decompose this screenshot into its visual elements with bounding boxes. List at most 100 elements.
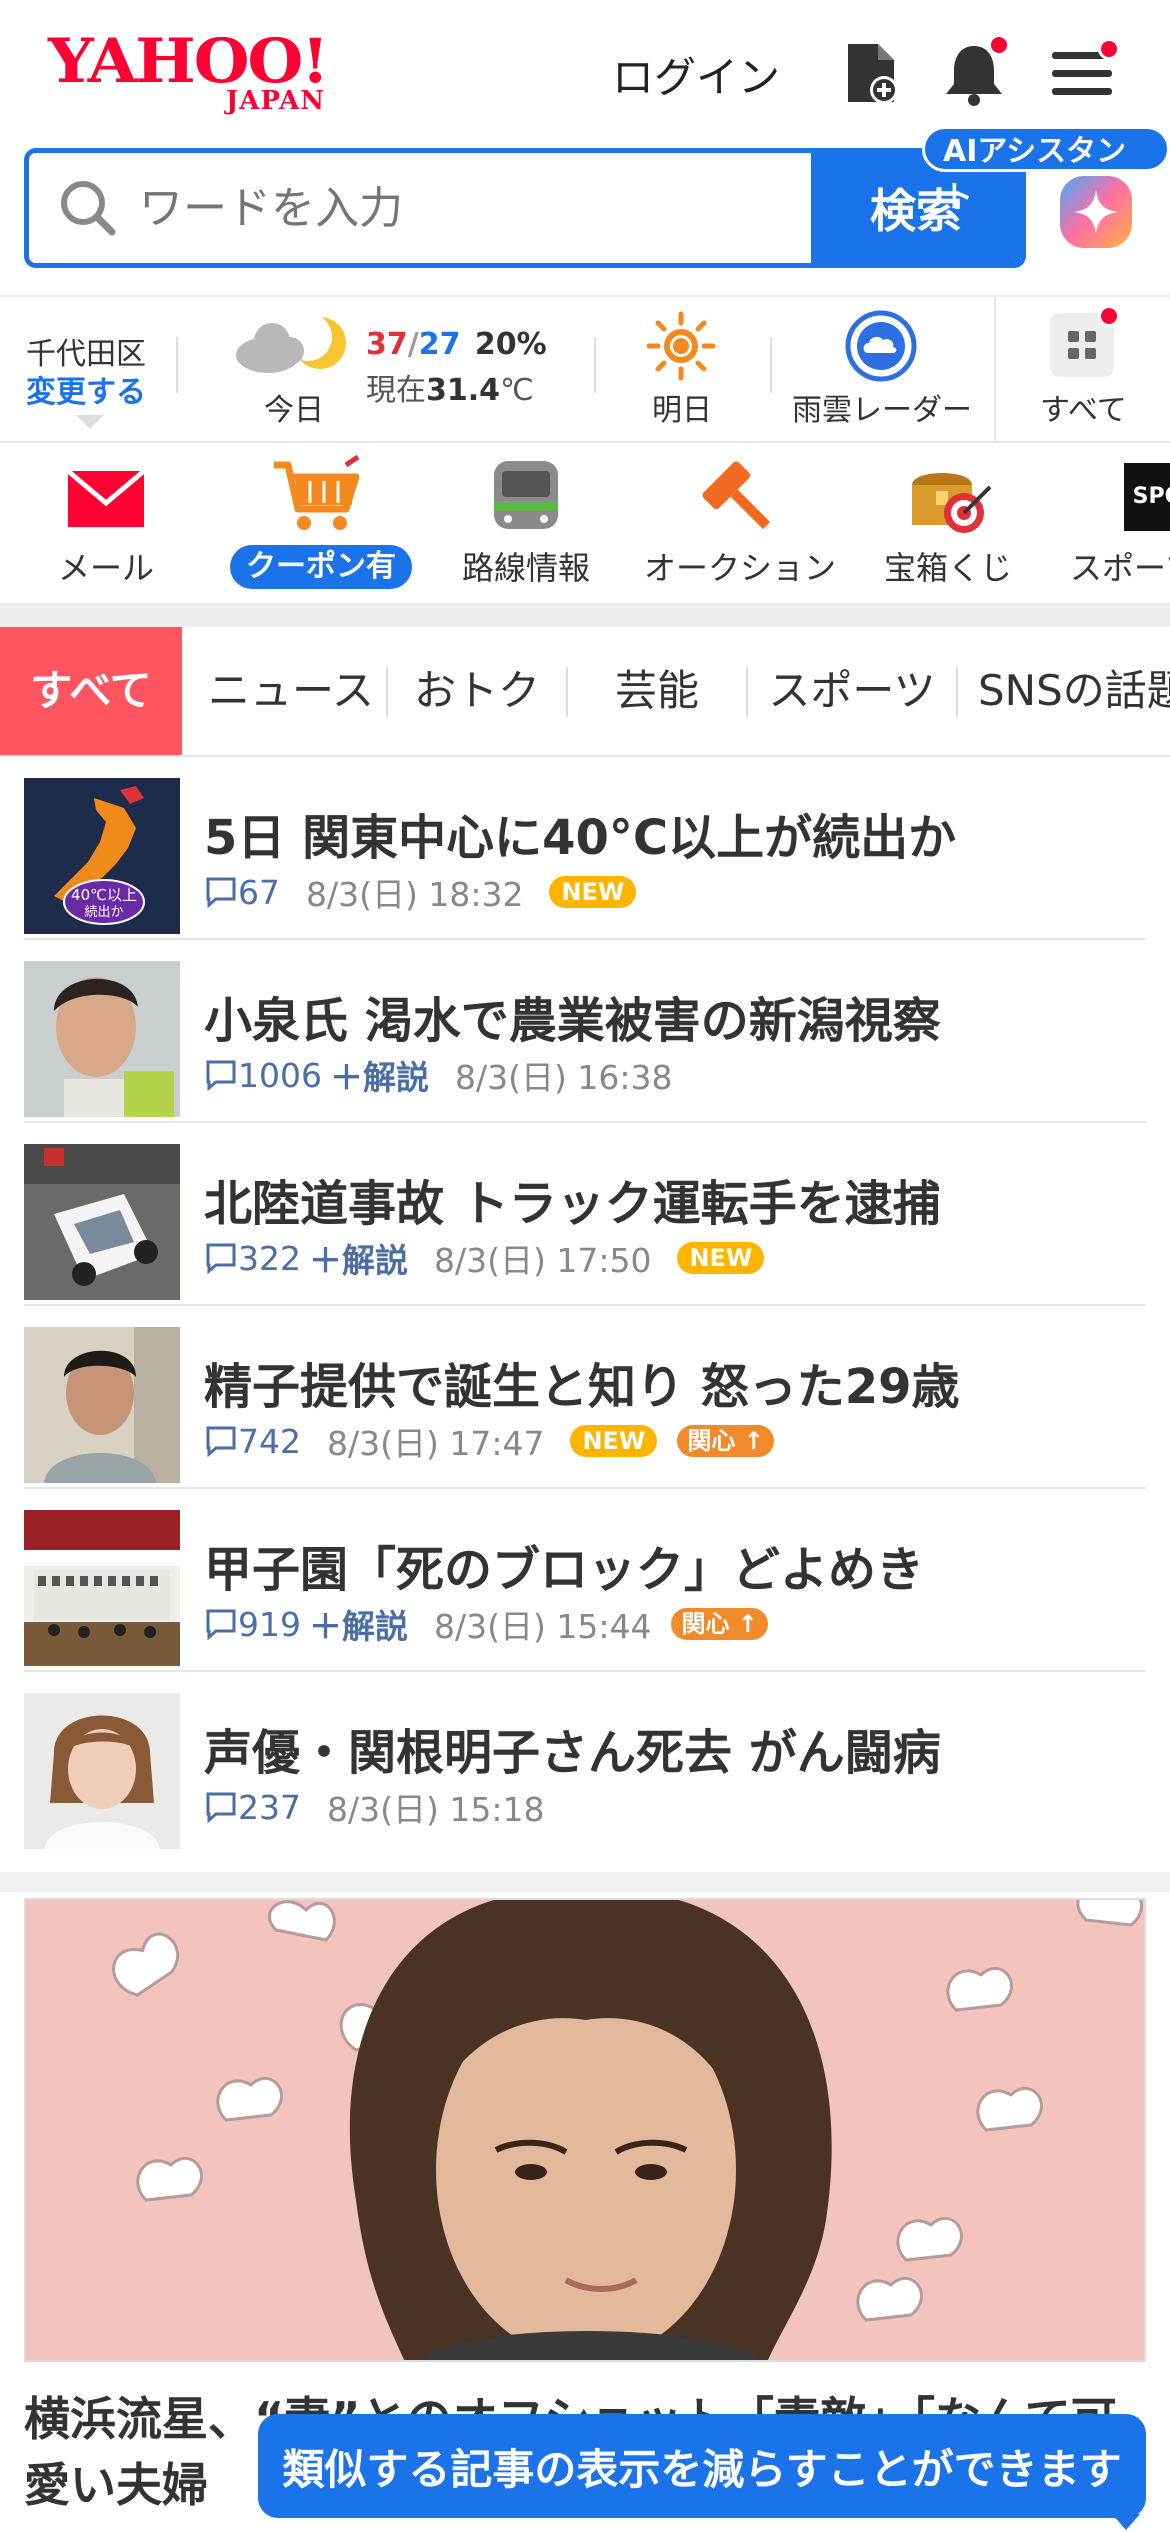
search-bar: 検索: [24, 148, 1026, 268]
news-title[interactable]: 北陸道事故 トラック運転手を逮捕: [204, 1164, 941, 1234]
logo-main-text: YAHOO!: [48, 25, 329, 98]
service-label: 宝箱くじ: [883, 549, 1012, 587]
search-icon: [58, 178, 118, 242]
divider: [176, 337, 178, 393]
all-label[interactable]: すべて: [1040, 385, 1127, 429]
ai-assistant-badge[interactable]: AIアシスタント: [922, 126, 1170, 215]
news-title[interactable]: 小泉氏 渇水で農業被害の新潟視察: [204, 981, 941, 1051]
service-lottery[interactable]: 宝箱くじ: [848, 443, 1048, 603]
feature-image[interactable]: [24, 1898, 1146, 2362]
category-tabs: すべて ニュース おトク 芸能 スポーツ SNSの話題: [0, 627, 1170, 757]
news-meta: 322 ＋解説 8/3(日) 17:50 NEW: [204, 1234, 765, 1282]
cart-icon: [274, 455, 360, 530]
coupon-badge: クーポン有: [230, 545, 412, 589]
toast-text: 類似する記事の表示を減らすことができます: [282, 2444, 1122, 2494]
change-location-link[interactable]: 変更する: [26, 367, 146, 411]
thumb-label-1: 40℃以上: [71, 886, 137, 904]
news-thumbnail: 40℃以上 続出か: [24, 778, 180, 934]
interest-badge-text: 関心: [681, 1610, 730, 1638]
tab-sns[interactable]: SNSの話題: [958, 627, 1170, 755]
divider: [994, 297, 996, 443]
news-item[interactable]: 北陸道事故 トラック運転手を逮捕 322 ＋解説 8/3(日) 17:50 NE…: [24, 1124, 1146, 1306]
login-link[interactable]: ログイン: [612, 44, 780, 105]
toast-message[interactable]: 類似する記事の表示を減らすことができます: [258, 2414, 1146, 2518]
service-mail[interactable]: メール: [6, 443, 206, 603]
comment-icon: [206, 877, 236, 909]
radar-icon[interactable]: [844, 309, 918, 387]
comment-icon: [206, 1609, 236, 1641]
menu-icon[interactable]: [1050, 38, 1120, 114]
news-title[interactable]: 声優・関根明子さん死去 がん闘病: [204, 1713, 941, 1783]
service-label: スポーツ: [1070, 549, 1170, 587]
new-badge: NEW: [549, 876, 637, 908]
news-meta: 1006 ＋解説 8/3(日) 16:38: [204, 1051, 672, 1099]
comment-count[interactable]: 67: [238, 873, 280, 912]
temp-range: 37/27 20%: [366, 327, 547, 362]
tab-all[interactable]: すべて: [0, 627, 182, 755]
comment-icon: [206, 1243, 236, 1275]
comment-icon: [206, 1060, 236, 1092]
comment-count[interactable]: 237: [238, 1788, 301, 1827]
news-title[interactable]: 5日 関東中心に40°C以上が続出か: [204, 798, 956, 868]
sun-icon[interactable]: [646, 311, 716, 385]
news-meta: 237 8/3(日) 15:18: [204, 1783, 544, 1831]
tab-deals[interactable]: おトク: [388, 627, 566, 755]
interest-badge: 関心 ↑: [671, 1608, 768, 1640]
tab-news[interactable]: ニュース: [196, 627, 386, 755]
service-auction[interactable]: オークション: [638, 443, 842, 603]
news-meta: 742 8/3(日) 17:47 NEW 関心 ↑: [204, 1417, 774, 1465]
kaisetsu-label[interactable]: ＋解説: [309, 1234, 408, 1282]
news-item[interactable]: 声優・関根明子さん死去 がん闘病 237 8/3(日) 15:18: [24, 1673, 1146, 1855]
comment-count[interactable]: 742: [238, 1422, 301, 1461]
news-thumbnail: [24, 1510, 180, 1666]
divider: [770, 337, 772, 393]
current-value: 31.4: [426, 373, 501, 408]
logo-sub-text: JAPAN: [226, 86, 326, 116]
news-date: 8/3(日) 17:47: [327, 1424, 545, 1463]
news-thumbnail: [24, 1693, 180, 1849]
news-meta: 67 8/3(日) 18:32 NEW: [204, 868, 637, 916]
gavel-icon: [702, 461, 771, 530]
current-temp: 現在31.4℃: [366, 365, 534, 409]
news-item[interactable]: 精子提供で誕生と知り 怒った29歳 742 8/3(日) 17:47 NEW 関…: [24, 1307, 1146, 1489]
comment-count[interactable]: 1006: [238, 1056, 322, 1095]
news-item[interactable]: 甲子園「死のブロック」どよめき 919 ＋解説 8/3(日) 15:44 関心 …: [24, 1490, 1146, 1672]
temp-high: 37: [366, 327, 408, 362]
kaisetsu-label[interactable]: ＋解説: [309, 1600, 408, 1648]
news-date: 8/3(日) 17:50: [434, 1241, 652, 1280]
news-title[interactable]: 精子提供で誕生と知り 怒った29歳: [204, 1347, 960, 1417]
thumb-label-2: 続出か: [84, 905, 123, 920]
kaisetsu-label[interactable]: ＋解説: [330, 1051, 429, 1099]
search-input[interactable]: [29, 153, 811, 263]
comment-count[interactable]: 919: [238, 1605, 301, 1644]
ai-assistant-icon[interactable]: [1056, 172, 1136, 256]
news-item[interactable]: 小泉氏 渇水で農業被害の新潟視察 1006 ＋解説 8/3(日) 16:38: [24, 941, 1146, 1123]
comment-count[interactable]: 322: [238, 1239, 301, 1278]
yahoo-logo[interactable]: YAHOO! JAPAN: [48, 30, 358, 120]
section-divider: [0, 603, 1170, 627]
service-transit[interactable]: 路線情報: [426, 443, 626, 603]
bell-icon[interactable]: [940, 34, 1010, 108]
service-shopping[interactable]: クーポン有: [214, 443, 414, 603]
section-divider: [0, 1872, 1170, 1892]
news-date: 8/3(日) 15:44: [434, 1607, 652, 1646]
all-services-icon[interactable]: [1050, 305, 1120, 377]
treasure-box-icon: [912, 473, 992, 533]
sports-icon: SPO: [1124, 463, 1170, 531]
notification-dot: [988, 34, 1010, 56]
tab-sports[interactable]: スポーツ: [748, 627, 956, 755]
all-services-dot: [1098, 305, 1120, 327]
document-add-icon[interactable]: [838, 38, 908, 108]
news-title[interactable]: 甲子園「死のブロック」どよめき: [204, 1530, 924, 1600]
current-unit: ℃: [500, 373, 534, 408]
train-icon: [494, 461, 558, 529]
service-sports[interactable]: SPO スポーツ: [1056, 443, 1170, 603]
weather-row: 千代田区 変更する 今日 37/27 20% 現在31.4℃ 明日 雨雲レーダー…: [0, 295, 1170, 443]
tomorrow-label[interactable]: 明日: [652, 385, 712, 429]
service-shortcuts: メール クーポン有 路線情報 オークション 宝箱くじ SP スポー: [0, 443, 1170, 603]
toast-pointer: [1112, 2514, 1140, 2530]
radar-label[interactable]: 雨雲レーダー: [792, 385, 972, 429]
tab-entertainment[interactable]: 芸能: [568, 627, 746, 755]
comment-icon: [206, 1426, 236, 1458]
news-item[interactable]: 40℃以上 続出か 5日 関東中心に40°C以上が続出か 67 8/3(日) 1…: [24, 758, 1146, 940]
